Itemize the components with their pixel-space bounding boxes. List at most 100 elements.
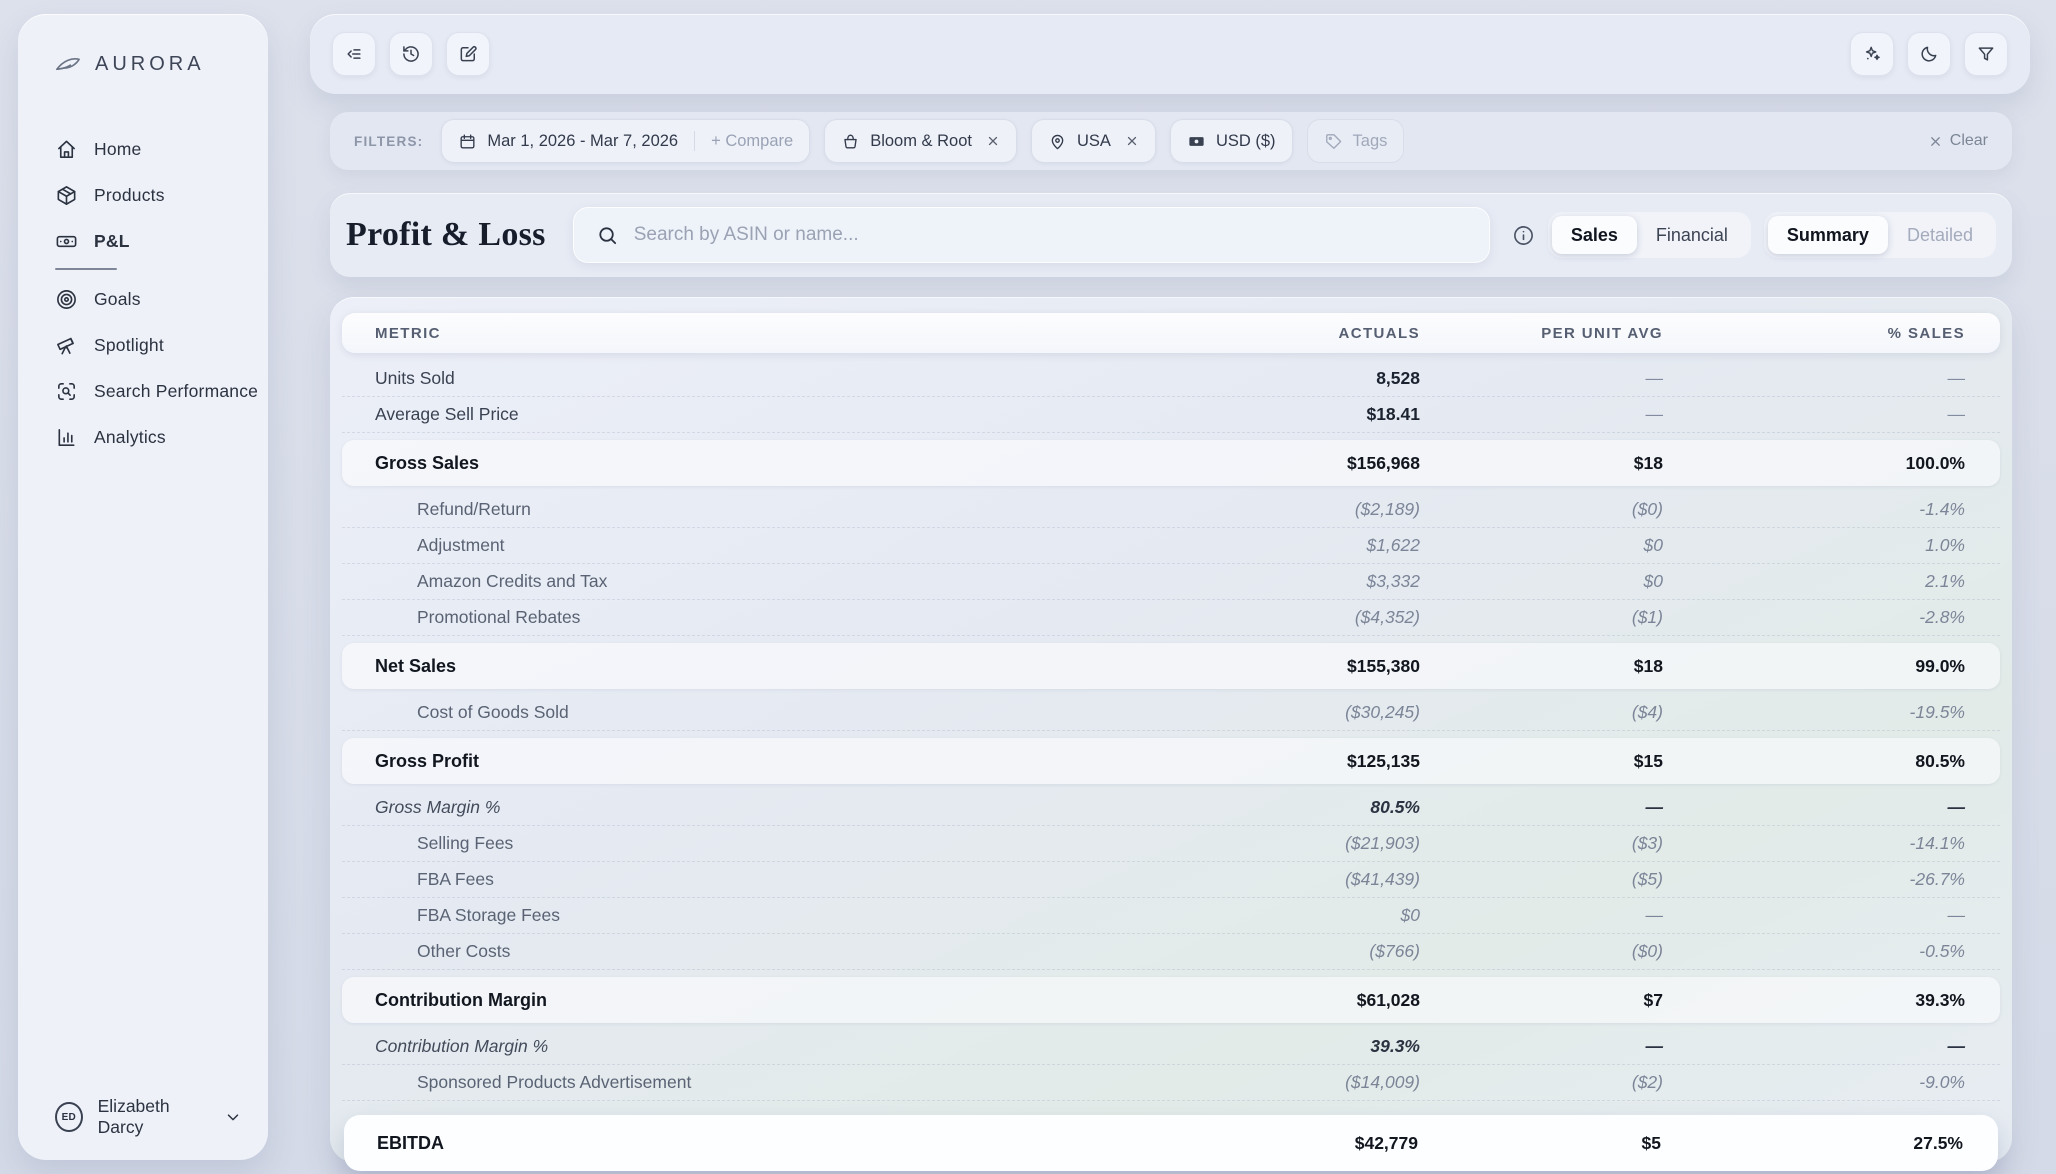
filters-bar: FILTERS: Mar 1, 2026 - Mar 7, 2026 + Com… [330, 112, 2012, 170]
table-row: Average Sell Price $18.41 — — [342, 397, 2000, 433]
row-pct-sales: -0.5% [1663, 941, 1965, 962]
user-name: Elizabeth Darcy [98, 1096, 209, 1138]
row-pct-sales: — [1663, 797, 1965, 818]
user-menu[interactable]: ED Elizabeth Darcy [18, 1074, 268, 1160]
sidebar-item-pnl[interactable]: P&L [18, 218, 268, 264]
telescope-icon [55, 334, 78, 357]
sidebar-item-analytics[interactable]: Analytics [18, 414, 268, 460]
clear-filters-button[interactable]: Clear [1928, 132, 1988, 150]
row-actuals: $42,779 [1098, 1133, 1418, 1154]
avatar: ED [55, 1102, 83, 1132]
edit-button[interactable] [446, 32, 490, 76]
info-icon[interactable] [1512, 224, 1535, 247]
feather-logo-icon [54, 50, 82, 78]
history-button[interactable] [389, 32, 433, 76]
row-pct-sales: 1.0% [1663, 535, 1965, 556]
filter-button[interactable] [1964, 32, 2008, 76]
table-row: Contribution Margin % 39.3% — — [342, 1029, 2000, 1065]
clear-filters-label: Clear [1950, 132, 1988, 150]
row-actuals: $0 [1100, 905, 1420, 926]
sidebar-item-search-performance[interactable]: Search Performance [18, 368, 268, 414]
table-row: Adjustment $1,622 $0 1.0% [342, 528, 2000, 564]
funnel-icon [1976, 44, 1996, 64]
row-pct-sales: -19.5% [1663, 702, 1965, 723]
toggle-financial[interactable]: Financial [1637, 216, 1747, 254]
sparkles-icon [1862, 44, 1882, 64]
row-per-unit: — [1420, 797, 1663, 818]
sidebar-item-spotlight[interactable]: Spotlight [18, 322, 268, 368]
currency-filter-chip[interactable]: USD ($) [1170, 119, 1293, 163]
row-actuals: 8,528 [1100, 368, 1420, 389]
search-input[interactable] [634, 224, 1467, 246]
table-row: FBA Storage Fees $0 — — [342, 898, 2000, 934]
row-per-unit: ($0) [1420, 499, 1663, 520]
row-actuals: $156,968 [1100, 453, 1420, 474]
country-filter-chip[interactable]: USA [1031, 119, 1156, 163]
calendar-icon [458, 132, 477, 151]
compare-button[interactable]: + Compare [711, 132, 793, 151]
table-row: Sponsored Products Advertisement ($14,00… [342, 1065, 2000, 1101]
row-label: Sponsored Products Advertisement [375, 1072, 1100, 1093]
table-row: Units Sold 8,528 — — [342, 361, 2000, 397]
row-pct-sales: — [1663, 368, 1965, 389]
row-per-unit: ($1) [1420, 607, 1663, 628]
row-pct-sales: 99.0% [1663, 656, 1965, 677]
row-pct-sales: -9.0% [1663, 1072, 1965, 1093]
row-pct-sales: — [1663, 404, 1965, 425]
sidebar-item-products[interactable]: Products [18, 172, 268, 218]
row-per-unit: $18 [1420, 656, 1663, 677]
close-icon[interactable] [986, 134, 1000, 148]
table-row: Contribution Margin $61,028 $7 39.3% [342, 977, 2000, 1023]
row-actuals: ($14,009) [1100, 1072, 1420, 1093]
row-label: Gross Profit [375, 751, 1100, 772]
row-actuals: ($21,903) [1100, 833, 1420, 854]
toggle-summary[interactable]: Summary [1768, 216, 1888, 254]
row-pct-sales: 2.1% [1663, 571, 1965, 592]
table-row: Other Costs ($766) ($0) -0.5% [342, 934, 2000, 970]
row-label: Contribution Margin [375, 990, 1100, 1011]
brand-filter-text: Bloom & Root [870, 132, 972, 151]
search-box[interactable] [573, 207, 1490, 263]
sidebar-item-goals[interactable]: Goals [18, 276, 268, 322]
ai-assistant-button[interactable] [1850, 32, 1894, 76]
table-row: Amazon Credits and Tax $3,332 $0 2.1% [342, 564, 2000, 600]
target-icon [55, 288, 78, 311]
row-label: Refund/Return [375, 499, 1100, 520]
table-row: Promotional Rebates ($4,352) ($1) -2.8% [342, 600, 2000, 636]
collapse-sidebar-button[interactable] [332, 32, 376, 76]
table-row: Gross Sales $156,968 $18 100.0% [342, 440, 2000, 486]
row-actuals: $18.41 [1100, 404, 1420, 425]
home-icon [55, 138, 78, 161]
chip-divider [694, 131, 695, 151]
tags-filter-text: Tags [1353, 132, 1388, 151]
sidebar-item-home[interactable]: Home [18, 126, 268, 172]
row-pct-sales: -2.8% [1663, 607, 1965, 628]
collapse-sidebar-icon [344, 44, 364, 64]
tags-filter-chip[interactable]: Tags [1307, 119, 1405, 163]
close-icon [1928, 134, 1943, 149]
date-range-chip[interactable]: Mar 1, 2026 - Mar 7, 2026 + Compare [441, 119, 810, 163]
table-row: FBA Fees ($41,439) ($5) -26.7% [342, 862, 2000, 898]
column-header-per-unit-avg: PER UNIT AVG [1420, 325, 1663, 342]
row-label: Selling Fees [375, 833, 1100, 854]
row-per-unit: $0 [1420, 535, 1663, 556]
toggle-detailed[interactable]: Detailed [1888, 216, 1992, 254]
row-pct-sales: — [1663, 1036, 1965, 1057]
mode-toggle: Summary Detailed [1764, 212, 1996, 258]
filters-label: FILTERS: [354, 134, 423, 149]
row-per-unit: $7 [1420, 990, 1663, 1011]
brand-filter-chip[interactable]: Bloom & Root [824, 119, 1017, 163]
table-header: METRIC ACTUALS PER UNIT AVG % SALES [342, 313, 2000, 353]
row-pct-sales: 39.3% [1663, 990, 1965, 1011]
row-pct-sales: -14.1% [1663, 833, 1965, 854]
toggle-sales[interactable]: Sales [1552, 216, 1637, 254]
moon-icon [1919, 44, 1939, 64]
banknote-filled-icon [1187, 132, 1206, 151]
close-icon[interactable] [1125, 134, 1139, 148]
table-body: Units Sold 8,528 — — Average Sell Price … [342, 361, 2000, 1171]
pnl-table: METRIC ACTUALS PER UNIT AVG % SALES Unit… [330, 297, 2012, 1162]
view-toggle: Sales Financial [1548, 212, 1751, 258]
sidebar-item-label: Spotlight [94, 335, 164, 356]
row-actuals: 39.3% [1100, 1036, 1420, 1057]
dark-mode-button[interactable] [1907, 32, 1951, 76]
